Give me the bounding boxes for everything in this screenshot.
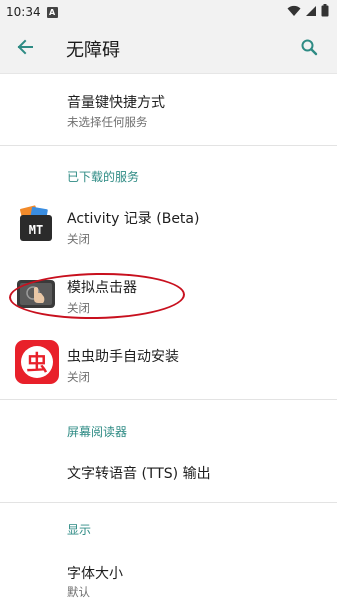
list-item-volume-shortcut[interactable]	[0, 80, 337, 140]
chongchong-title: 虫虫助手自动安装	[67, 349, 179, 365]
chongchong-icon: 虫	[15, 340, 59, 384]
section-header-screen-reader: 屏幕阅读器	[67, 425, 128, 439]
list-item-font-size[interactable]	[0, 548, 337, 600]
font-size-subtitle: 默认	[67, 585, 90, 599]
font-size-title: 字体大小	[67, 566, 123, 582]
divider	[0, 399, 337, 400]
divider	[0, 502, 337, 503]
volume-shortcut-title: 音量键快捷方式	[67, 95, 165, 111]
activity-subtitle: 关闭	[67, 232, 90, 246]
activity-title: Activity 记录 (Beta)	[67, 211, 200, 227]
settings-list: 音量键快捷方式 未选择任何服务 已下载的服务 MT Activity 记录 (B…	[0, 0, 337, 600]
divider	[0, 145, 337, 146]
section-header-display: 显示	[67, 523, 92, 537]
section-header-downloaded: 已下载的服务	[67, 170, 140, 184]
volume-shortcut-subtitle: 未选择任何服务	[67, 115, 148, 129]
mt-icon-label: MT	[29, 223, 43, 237]
chongchong-subtitle: 关闭	[67, 370, 90, 384]
chongchong-icon-label: 虫	[27, 351, 48, 375]
tts-output-title: 文字转语音 (TTS) 输出	[67, 466, 211, 482]
mt-manager-icon: MT	[17, 205, 55, 243]
